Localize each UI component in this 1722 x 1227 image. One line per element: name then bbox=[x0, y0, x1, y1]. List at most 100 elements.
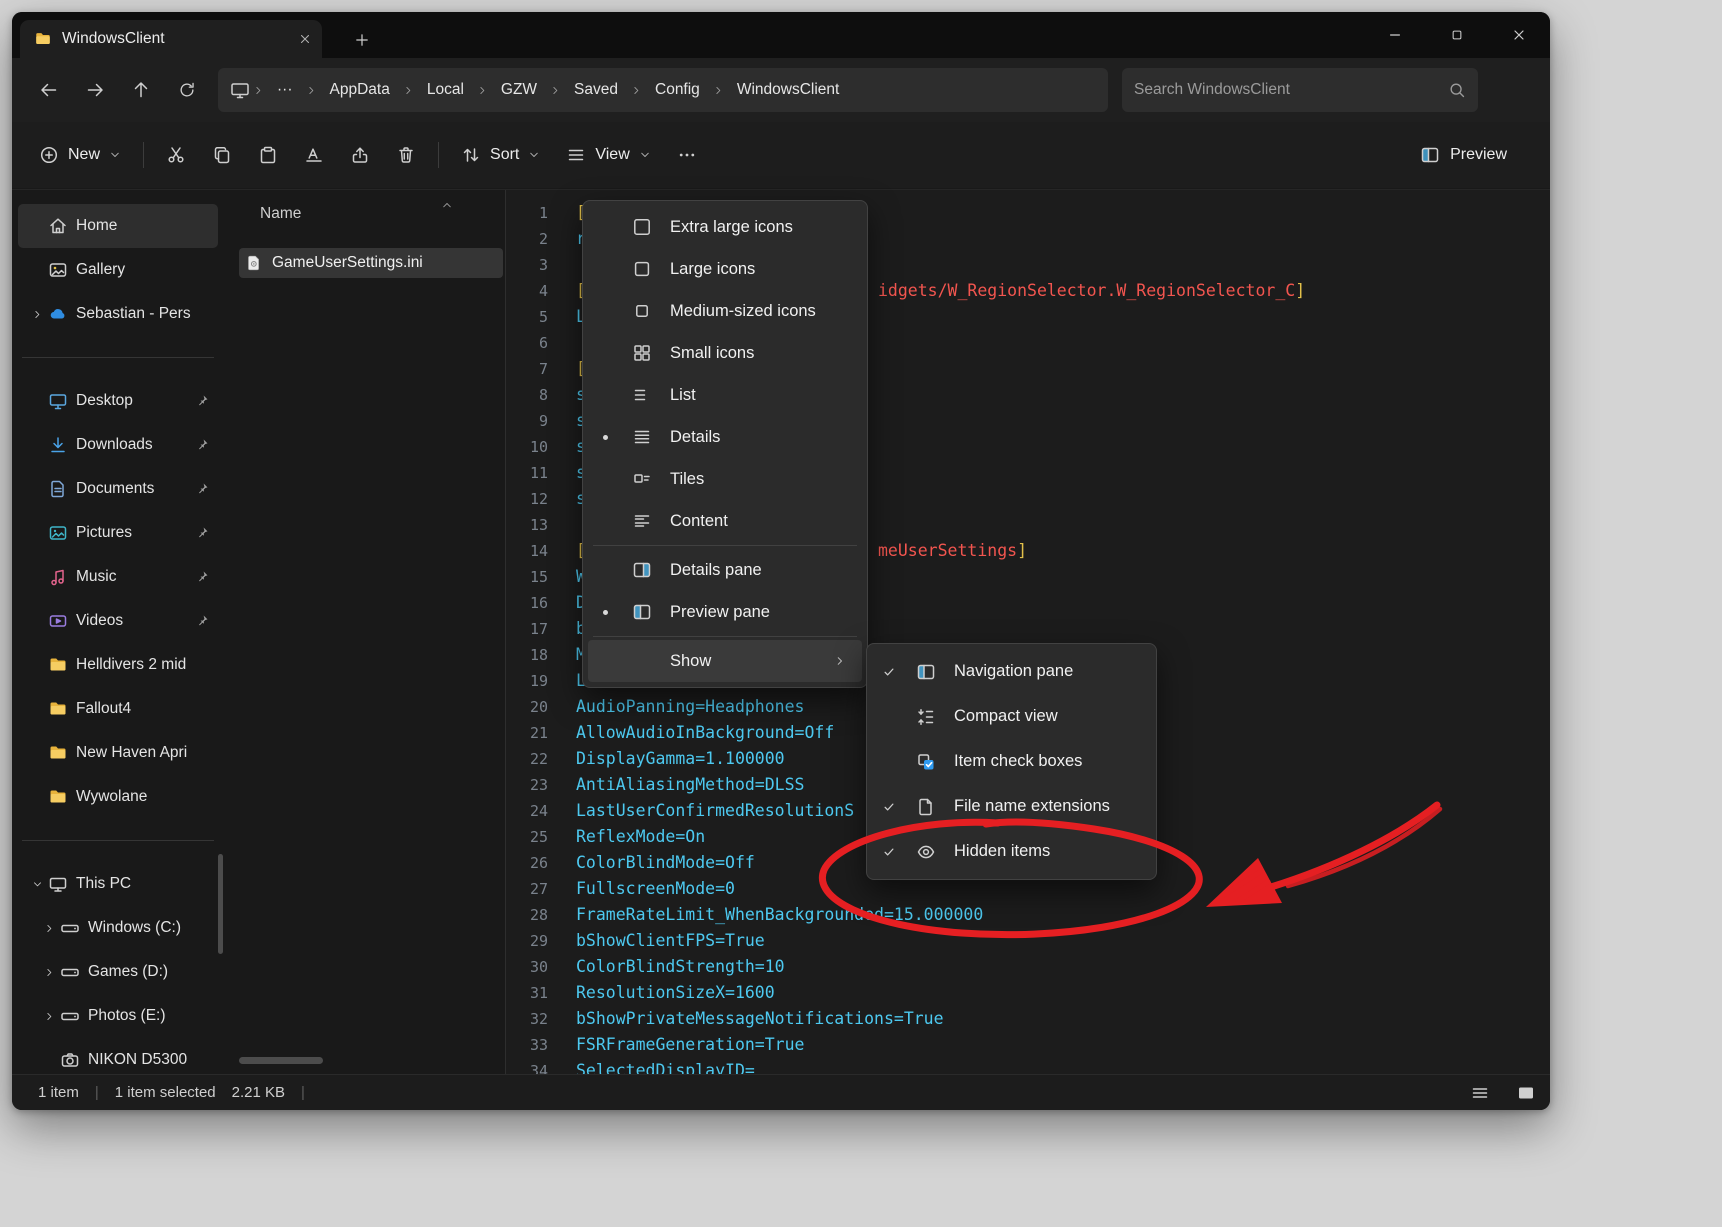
submenu-item-item-check-boxes[interactable]: Item check boxes bbox=[872, 739, 1151, 784]
sidebar-item-nikon-d5300[interactable]: NIKON D5300 bbox=[30, 1038, 218, 1074]
breadcrumb-item-gzw[interactable]: GZW bbox=[491, 77, 547, 103]
sidebar-item-videos[interactable]: Videos bbox=[18, 599, 218, 643]
menu-item-content[interactable]: Content bbox=[588, 500, 862, 542]
sidebar-item-windows-c[interactable]: Windows (C:) bbox=[30, 906, 218, 950]
view-label: View bbox=[595, 146, 629, 164]
chevron-right-icon bbox=[44, 923, 55, 934]
submenu-item-navigation-pane[interactable]: Navigation pane bbox=[872, 649, 1151, 694]
sidebar-item-label: Pictures bbox=[76, 524, 195, 542]
chevron-right-icon bbox=[32, 309, 43, 320]
menu-item-label: Small icons bbox=[670, 344, 754, 363]
maximize-button[interactable] bbox=[1426, 13, 1488, 57]
view-button[interactable]: View bbox=[553, 134, 663, 176]
code-segment: FullscreenMode=0 bbox=[576, 879, 735, 898]
pin-icon bbox=[195, 570, 209, 584]
sidebar-item-games-d[interactable]: Games (D:) bbox=[30, 950, 218, 994]
check-icon bbox=[882, 800, 896, 814]
breadcrumb-item-saved[interactable]: Saved bbox=[564, 77, 628, 103]
menu-item-small-icons[interactable]: Small icons bbox=[588, 332, 862, 374]
sidebar-item-gallery[interactable]: Gallery bbox=[18, 248, 218, 292]
menu-icon-slot bbox=[622, 427, 662, 447]
refresh-button[interactable] bbox=[164, 69, 210, 111]
name-column-header[interactable]: Name bbox=[224, 196, 505, 232]
new-tab-button[interactable] bbox=[354, 32, 370, 48]
menu-item-tiles[interactable]: Tiles bbox=[588, 458, 862, 500]
copy-button[interactable] bbox=[199, 134, 245, 176]
breadcrumb-item-windowsclient[interactable]: WindowsClient bbox=[727, 77, 850, 103]
chevron-slot bbox=[38, 923, 60, 934]
submenu-item-hidden-items[interactable]: Hidden items bbox=[872, 829, 1151, 874]
sidebar-item-desktop[interactable]: Desktop bbox=[18, 379, 218, 423]
breadcrumb-item-appdata[interactable]: AppData bbox=[320, 77, 400, 103]
breadcrumb-item-config[interactable]: Config bbox=[645, 77, 710, 103]
submenu-item-compact-view[interactable]: Compact view bbox=[872, 694, 1151, 739]
sidebar-item-pictures[interactable]: Pictures bbox=[18, 511, 218, 555]
sidebar-item-this-pc[interactable]: This PC bbox=[18, 862, 218, 906]
sort-button[interactable]: Sort bbox=[448, 134, 553, 176]
submenu-item-label: File name extensions bbox=[954, 797, 1110, 816]
menu-item-preview-pane[interactable]: Preview pane bbox=[588, 591, 862, 633]
breadcrumb-overflow[interactable]: ··· bbox=[267, 77, 303, 103]
menu-icon-slot bbox=[622, 217, 662, 237]
line-number: 34 bbox=[506, 1058, 548, 1074]
menu-item-show[interactable]: Show bbox=[588, 640, 862, 682]
rename-button[interactable] bbox=[291, 134, 337, 176]
sidebar-item-sebastian-pers[interactable]: Sebastian - Pers bbox=[18, 292, 218, 336]
breadcrumb: ··· AppData Local GZW Saved Config WindowsClie… bbox=[218, 68, 1108, 112]
file-row-gameusersettings-ini[interactable]: GameUserSettings.ini bbox=[239, 248, 503, 278]
close-button[interactable] bbox=[1488, 13, 1550, 57]
sidebar-item-downloads[interactable]: Downloads bbox=[18, 423, 218, 467]
minimize-button[interactable] bbox=[1364, 13, 1426, 57]
sidebar-item-music[interactable]: Music bbox=[18, 555, 218, 599]
tab-title: WindowsClient bbox=[62, 30, 288, 48]
paste-button[interactable] bbox=[245, 134, 291, 176]
search-input[interactable] bbox=[1134, 81, 1448, 99]
sidebar-item-home[interactable]: Home bbox=[18, 204, 218, 248]
hidden-items-icon bbox=[916, 842, 936, 862]
sidebar-item-new-haven-apri[interactable]: New Haven Apri bbox=[18, 731, 218, 775]
code-segment: ResolutionSizeX=1600 bbox=[576, 983, 775, 1002]
menu-item-list[interactable]: List bbox=[588, 374, 862, 416]
preview-label: Preview bbox=[1450, 146, 1507, 164]
menu-item-medium-sized-icons[interactable]: Medium-sized icons bbox=[588, 290, 862, 332]
menu-item-details-pane[interactable]: Details pane bbox=[588, 549, 862, 591]
horizontal-scrollbar[interactable] bbox=[239, 1057, 323, 1064]
up-button[interactable] bbox=[118, 69, 164, 111]
more-options-button[interactable] bbox=[664, 134, 710, 176]
new-button[interactable]: New bbox=[26, 134, 134, 176]
pin-icon bbox=[195, 614, 209, 628]
code-line: 28FrameRateLimit_WhenBackgrounded=15.000… bbox=[506, 902, 1550, 928]
pin-icon bbox=[195, 438, 209, 452]
preview-toggle-button[interactable]: Preview bbox=[1407, 134, 1520, 176]
tab-close-icon[interactable] bbox=[298, 32, 312, 46]
sidebar-scrollbar[interactable] bbox=[218, 854, 223, 954]
submenu-item-file-name-extensions[interactable]: File name extensions bbox=[872, 784, 1151, 829]
chevron-right-icon bbox=[306, 85, 317, 96]
line-number: 5 bbox=[506, 304, 548, 330]
forward-button[interactable] bbox=[72, 69, 118, 111]
sidebar-item-helldivers-2-mid[interactable]: Helldivers 2 mid bbox=[18, 643, 218, 687]
line-number: 25 bbox=[506, 824, 548, 850]
paste-icon bbox=[258, 145, 278, 165]
details-view-toggle[interactable] bbox=[1470, 1083, 1490, 1103]
delete-button[interactable] bbox=[383, 134, 429, 176]
large-thumbnails-toggle[interactable] bbox=[1516, 1083, 1536, 1103]
line-number: 29 bbox=[506, 928, 548, 954]
sidebar-item-photos-e[interactable]: Photos (E:) bbox=[30, 994, 218, 1038]
back-button[interactable] bbox=[26, 69, 72, 111]
sidebar-item-documents[interactable]: Documents bbox=[18, 467, 218, 511]
share-button[interactable] bbox=[337, 134, 383, 176]
menu-item-extra-large-icons[interactable]: Extra large icons bbox=[588, 206, 862, 248]
tab-windowsclient[interactable]: WindowsClient bbox=[20, 20, 322, 58]
code-line: 32bShowPrivateMessageNotifications=True bbox=[506, 1006, 1550, 1032]
breadcrumb-item-local[interactable]: Local bbox=[417, 77, 474, 103]
submenu-item-label: Hidden items bbox=[954, 842, 1050, 861]
cut-button[interactable] bbox=[153, 134, 199, 176]
sidebar-item-wywolane[interactable]: Wywolane bbox=[18, 775, 218, 819]
menu-item-large-icons[interactable]: Large icons bbox=[588, 248, 862, 290]
line-number: 26 bbox=[506, 850, 548, 876]
line-number: 12 bbox=[506, 486, 548, 512]
monitor-icon[interactable] bbox=[230, 80, 250, 100]
sidebar-item-fallout4[interactable]: Fallout4 bbox=[18, 687, 218, 731]
menu-item-details[interactable]: Details bbox=[588, 416, 862, 458]
